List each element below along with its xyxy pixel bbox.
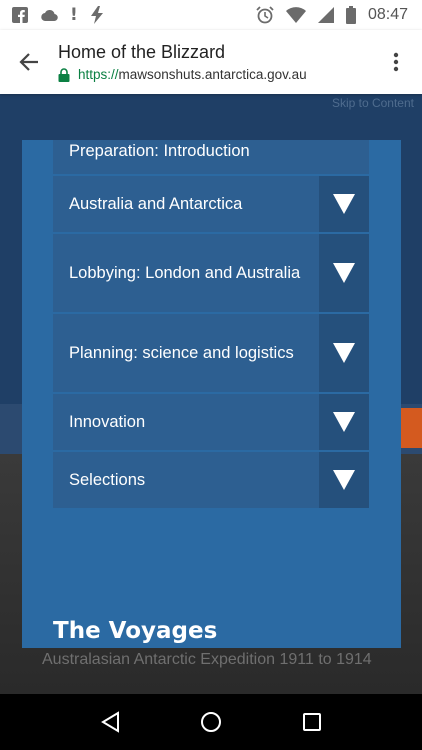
- circle-home-icon: [200, 712, 221, 732]
- clock: 08:47: [367, 6, 408, 23]
- overflow-menu-button[interactable]: [370, 30, 422, 94]
- navigation-modal: Preparation: Introduction Australia and …: [22, 140, 401, 648]
- nav-item-label: Preparation: Introduction: [69, 142, 250, 160]
- skip-to-content-link[interactable]: Skip to Content: [332, 96, 414, 110]
- nav-home-button[interactable]: [191, 702, 231, 742]
- caret-down-icon: [333, 412, 355, 432]
- nav-recents-button[interactable]: [292, 702, 332, 742]
- alarm-icon: [256, 6, 274, 24]
- browser-address-bar: Home of the Blizzard https://mawsonshuts…: [0, 30, 422, 94]
- lock-icon: [58, 67, 70, 82]
- flash-icon: [90, 6, 103, 24]
- nav-item-planning[interactable]: Planning: science and logistics: [53, 314, 369, 394]
- battery-icon: [345, 6, 356, 24]
- system-icons: 08:47: [256, 6, 408, 24]
- nav-item-label: Lobbying: London and Australia: [69, 263, 301, 282]
- url-row: https://mawsonshuts.antarctica.gov.au: [58, 67, 370, 82]
- nav-item-lobbying[interactable]: Lobbying: London and Australia: [53, 234, 369, 314]
- expand-toggle[interactable]: [319, 314, 369, 392]
- system-navigation-bar: [0, 694, 422, 750]
- menu-toggle-button[interactable]: [400, 408, 422, 448]
- notification-icons: !: [12, 6, 104, 24]
- page-info[interactable]: Home of the Blizzard https://mawsonshuts…: [58, 42, 370, 82]
- nav-item-label: Planning: science and logistics: [69, 343, 294, 362]
- nav-item-label: Selections: [69, 470, 146, 489]
- url-scheme: https://: [78, 67, 119, 82]
- back-button[interactable]: [0, 30, 58, 94]
- triangle-back-icon: [101, 711, 120, 733]
- caret-down-icon: [333, 194, 355, 214]
- nav-item-australia-and-antarctica[interactable]: Australia and Antarctica: [53, 176, 369, 234]
- signal-icon: [317, 7, 334, 23]
- square-recents-icon: [302, 713, 321, 731]
- caret-down-icon: [333, 343, 355, 363]
- nav-item-innovation[interactable]: Innovation: [53, 394, 369, 452]
- caret-down-icon: [333, 263, 355, 283]
- more-vert-icon: [393, 52, 399, 72]
- alert-icon: !: [70, 4, 78, 25]
- expand-toggle[interactable]: [319, 452, 369, 508]
- expand-toggle[interactable]: [319, 234, 369, 312]
- nav-back-button[interactable]: [90, 702, 130, 742]
- expand-toggle[interactable]: [319, 176, 369, 232]
- caret-down-icon: [333, 470, 355, 490]
- url: https://mawsonshuts.antarctica.gov.au: [78, 67, 307, 82]
- expedition-text: Australasian Antarctic Expedition 1911 t…: [42, 651, 372, 668]
- arrow-left-icon: [19, 53, 38, 71]
- nav-list: Preparation: Introduction Australia and …: [53, 140, 369, 508]
- cloud-icon: [41, 9, 58, 22]
- status-bar: ! 08:47: [0, 0, 422, 30]
- section-heading[interactable]: The Voyages: [53, 618, 217, 644]
- nav-item-label: Innovation: [69, 412, 146, 431]
- page-title: Home of the Blizzard: [58, 42, 226, 62]
- url-host: mawsonshuts.antarctica.gov.au: [118, 67, 307, 82]
- expand-toggle[interactable]: [319, 394, 369, 450]
- facebook-icon: [12, 7, 28, 23]
- nav-item-label: Australia and Antarctica: [69, 194, 243, 213]
- wifi-icon: [285, 7, 306, 23]
- nav-item-preparation-introduction[interactable]: Preparation: Introduction: [53, 140, 369, 176]
- nav-item-selections[interactable]: Selections: [53, 452, 369, 508]
